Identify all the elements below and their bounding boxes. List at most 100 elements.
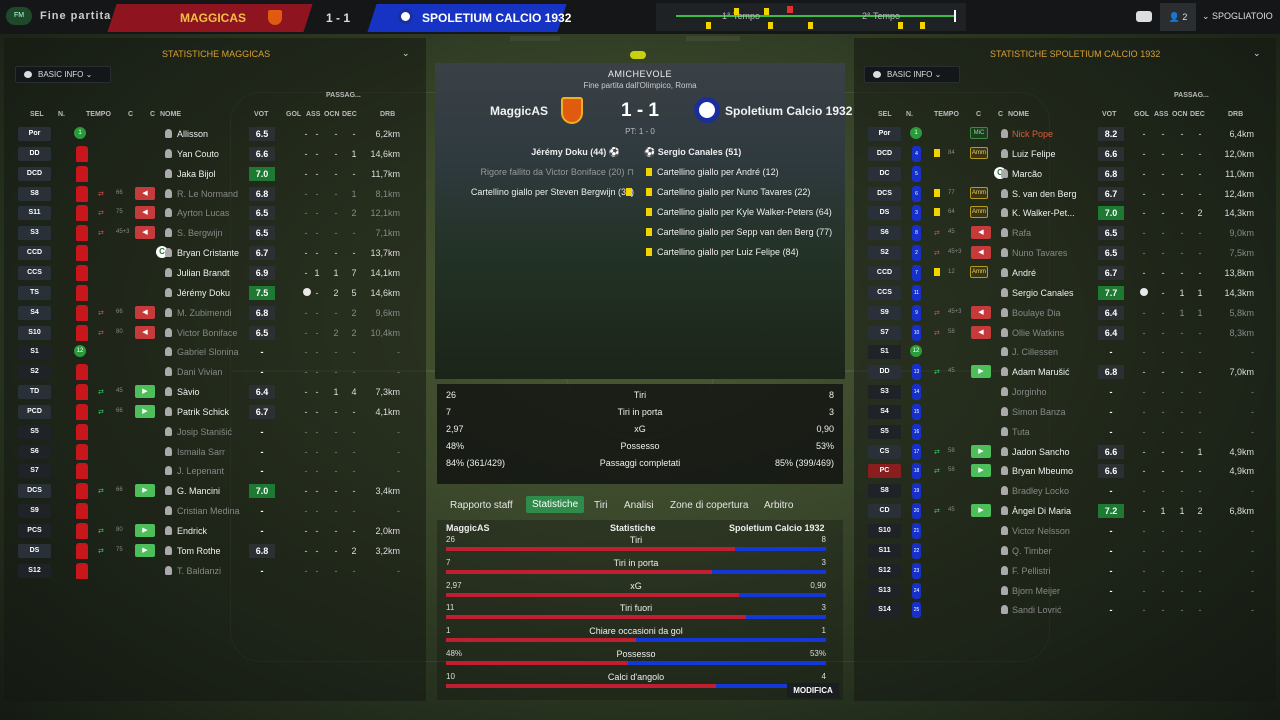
header-tempo[interactable]: TEMPO bbox=[86, 111, 111, 118]
header-drb[interactable]: DRB bbox=[1228, 111, 1243, 118]
header-c2[interactable]: C bbox=[150, 111, 155, 118]
sub-in-button[interactable]: ▶ bbox=[971, 504, 991, 518]
table-row[interactable]: TS Jérémy Doku 7.5 - 2 5 14,6km bbox=[14, 284, 422, 302]
table-row[interactable]: TD ⇄ 45 ▶ Sàvio 6.4 - - 1 4 7,3km bbox=[14, 383, 422, 401]
table-row[interactable]: DCD 4 84 Amm Luiz Felipe 6.6 - - - - 12,0… bbox=[864, 145, 1272, 163]
table-row[interactable]: DCS ⇄ 66 ▶ G. Mancini 7.0 - - - - 3,4km bbox=[14, 482, 422, 500]
player-name[interactable]: Q. Timber bbox=[1012, 546, 1052, 556]
player-name[interactable]: T. Baldanzi bbox=[177, 566, 221, 576]
player-name[interactable]: Dani Vivian bbox=[177, 367, 222, 377]
table-row[interactable]: PCS ⇄ 80 ▶ Endrick - - - - - 2,0km bbox=[14, 522, 422, 540]
player-name[interactable]: J. Cillessen bbox=[1012, 347, 1058, 357]
sub-in-button[interactable]: ▶ bbox=[971, 444, 991, 458]
player-name[interactable]: R. Le Normand bbox=[177, 189, 238, 199]
table-row[interactable]: S9 Cristian Medina - - - - - - bbox=[14, 502, 422, 520]
header-drb[interactable]: DRB bbox=[380, 111, 395, 118]
table-row[interactable]: S5 16 Tuta - - - - - - bbox=[864, 423, 1272, 441]
player-name[interactable]: Nick Pope bbox=[1012, 129, 1053, 139]
table-row[interactable]: CS 17 ⇄ 58 ▶ Jadon Sancho 6.6 - - - 1 4,9… bbox=[864, 443, 1272, 461]
table-row[interactable]: DS ⇄ 75 ▶ Tom Rothe 6.8 - - - 2 3,2km bbox=[14, 542, 422, 560]
sub-in-button[interactable]: ▶ bbox=[135, 385, 155, 399]
player-name[interactable]: Yan Couto bbox=[177, 149, 219, 159]
table-row[interactable]: S1 12 Gabriel Slonina - - - - - - bbox=[14, 343, 422, 361]
player-name[interactable]: F. Pellistri bbox=[1012, 566, 1051, 576]
sub-out-button[interactable]: ◀ bbox=[971, 325, 991, 339]
tab-1[interactable]: Statistiche bbox=[526, 496, 585, 513]
player-name[interactable]: Victor Nelsson bbox=[1012, 526, 1070, 536]
header-gol[interactable]: GOL bbox=[1134, 111, 1149, 118]
header-nome[interactable]: NOME bbox=[1008, 111, 1029, 118]
header-ass[interactable]: ASS bbox=[1154, 111, 1168, 118]
transfer-truck-icon[interactable] bbox=[1136, 11, 1152, 22]
table-row[interactable]: S3 ⇄ 45+3 ◀ S. Bergwijn 6.5 - - - - 7,1k… bbox=[14, 224, 422, 242]
sub-out-button[interactable]: ◀ bbox=[135, 325, 155, 339]
modifica-button[interactable]: MODIFICA bbox=[787, 683, 839, 698]
header-c1[interactable]: C bbox=[976, 111, 981, 118]
table-row[interactable]: S13 24 Bjorn Meijer - - - - - - bbox=[864, 582, 1272, 600]
table-row[interactable]: S4 15 Simon Banza - - - - - - bbox=[864, 403, 1272, 421]
home-panel-title[interactable]: STATISTICHE MAGGICAS bbox=[162, 49, 270, 59]
sub-out-button[interactable]: ◀ bbox=[135, 226, 155, 240]
tab-2[interactable]: Tiri bbox=[594, 500, 608, 511]
table-row[interactable]: S14 25 Sandi Lovrić - - - - - - bbox=[864, 601, 1272, 619]
header-dec[interactable]: DEC bbox=[342, 111, 357, 118]
player-name[interactable]: Tuta bbox=[1012, 427, 1030, 437]
player-name[interactable]: Sandi Lovrić bbox=[1012, 605, 1062, 615]
home-team-name[interactable]: MAGGICAS bbox=[180, 11, 246, 25]
player-name[interactable]: Jérémy Doku bbox=[177, 288, 230, 298]
sub-in-button[interactable]: ▶ bbox=[971, 464, 991, 478]
table-row[interactable]: PC 18 ⇄ 58 ▶ Bryan Mbeumo 6.6 - - - - 4,9… bbox=[864, 462, 1272, 480]
table-row[interactable]: DD Yan Couto 6.6 - - - 1 14,6km bbox=[14, 145, 422, 163]
away-basic-info-dropdown[interactable]: BASIC INFO ⌄ bbox=[864, 66, 960, 83]
chevron-down-icon[interactable]: ⌄ bbox=[1253, 48, 1261, 59]
header-sel[interactable]: SEL bbox=[30, 111, 44, 118]
table-row[interactable]: CD 20 ⇄ 45 ▶ Àngel Di Maria 7.2 - 1 1 2 6… bbox=[864, 502, 1272, 520]
player-name[interactable]: Bryan Cristante bbox=[177, 248, 239, 258]
away-panel-title[interactable]: STATISTICHE SPOLETIUM CALCIO 1932 bbox=[990, 49, 1160, 59]
player-name[interactable]: Luiz Felipe bbox=[1012, 149, 1056, 159]
table-row[interactable]: S11 22 Q. Timber - - - - - - bbox=[864, 542, 1272, 560]
tab-0[interactable]: Rapporto staff bbox=[450, 500, 513, 511]
header-tempo[interactable]: TEMPO bbox=[934, 111, 959, 118]
table-row[interactable]: PCD ⇄ 66 ▶ Patrik Schick 6.7 - - - - 4,1… bbox=[14, 403, 422, 421]
player-name[interactable]: G. Mancini bbox=[177, 486, 220, 496]
player-name[interactable]: Jaka Bijol bbox=[177, 169, 216, 179]
tab-4[interactable]: Zone di copertura bbox=[670, 500, 748, 511]
home-basic-info-dropdown[interactable]: BASIC INFO ⌄ bbox=[15, 66, 111, 83]
player-name[interactable]: Cristian Medina bbox=[177, 506, 240, 516]
table-row[interactable]: S2 2 ⇄ 45+3 ◀ Nuno Tavares 6.5 - - - - 7,… bbox=[864, 244, 1272, 262]
player-name[interactable]: André bbox=[1012, 268, 1036, 278]
table-row[interactable]: S6 Ismaila Sarr - - - - - - bbox=[14, 443, 422, 461]
header-ocn[interactable]: OCN bbox=[324, 111, 340, 118]
player-name[interactable]: S. Bergwijn bbox=[177, 228, 223, 238]
sub-out-button[interactable]: ◀ bbox=[135, 186, 155, 200]
player-name[interactable]: Patrik Schick bbox=[177, 407, 229, 417]
table-row[interactable]: S4 ⇄ 66 ◀ M. Zubimendi 6.8 - - - 2 9,6km bbox=[14, 304, 422, 322]
table-row[interactable]: S10 21 Victor Nelsson - - - - - - bbox=[864, 522, 1272, 540]
header-nome[interactable]: NOME bbox=[160, 111, 181, 118]
table-row[interactable]: S10 ⇄ 80 ◀ Victor Boniface 6.5 - - 2 2 1… bbox=[14, 324, 422, 342]
player-name[interactable]: Marcão bbox=[1012, 169, 1042, 179]
table-row[interactable]: S9 9 ⇄ 45+3 ◀ Boulaye Dia 6.4 - - 1 1 5,8… bbox=[864, 304, 1272, 322]
player-name[interactable]: Jorginho bbox=[1012, 387, 1047, 397]
sub-in-button[interactable]: ▶ bbox=[135, 484, 155, 498]
sub-out-button[interactable]: ◀ bbox=[971, 305, 991, 319]
chevron-down-icon[interactable]: ⌄ bbox=[402, 48, 410, 59]
player-name[interactable]: J. Lepenant bbox=[177, 466, 224, 476]
player-name[interactable]: Gabriel Slonina bbox=[177, 347, 239, 357]
table-row[interactable]: S11 ⇄ 75 ◀ Ayrton Lucas 6.5 - - - 2 12,1… bbox=[14, 204, 422, 222]
table-row[interactable]: S6 8 ⇄ 45 ◀ Rafa 6.5 - - - - 9,0km bbox=[864, 224, 1272, 242]
table-row[interactable]: Por 1 MiC Nick Pope 8.2 - - - - 6,4km bbox=[864, 125, 1272, 143]
table-row[interactable]: S3 14 Jorginho - - - - - - bbox=[864, 383, 1272, 401]
player-name[interactable]: Allisson bbox=[177, 129, 208, 139]
sub-in-button[interactable]: ▶ bbox=[135, 543, 155, 557]
table-row[interactable]: DCS 6 77 Amm S. van den Berg 6.7 - - - - … bbox=[864, 185, 1272, 203]
spogliatoio-button[interactable]: ⌄ SPOGLIATOIO bbox=[1202, 11, 1273, 22]
game-logo-icon[interactable]: FM bbox=[6, 7, 32, 25]
player-name[interactable]: K. Walker-Pet... bbox=[1012, 208, 1075, 218]
tab-3[interactable]: Analisi bbox=[624, 500, 653, 511]
player-name[interactable]: Bradley Locko bbox=[1012, 486, 1069, 496]
player-name[interactable]: Simon Banza bbox=[1012, 407, 1066, 417]
player-name[interactable]: Rafa bbox=[1012, 228, 1031, 238]
player-name[interactable]: Endrick bbox=[177, 526, 207, 536]
